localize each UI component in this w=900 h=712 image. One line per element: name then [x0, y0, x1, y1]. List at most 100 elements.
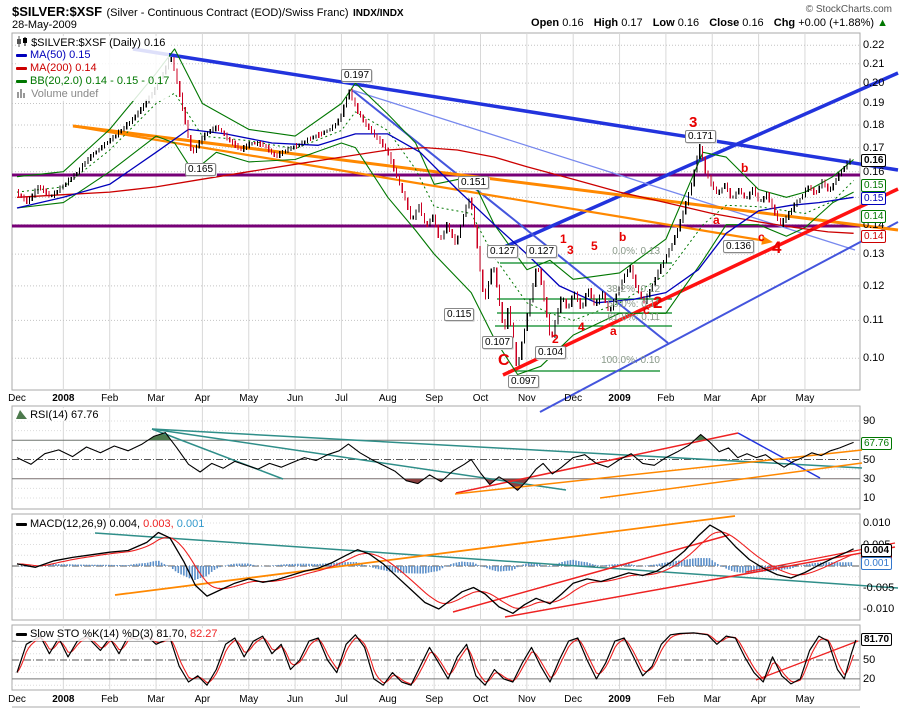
fib-label: 38.2%: 0.12: [606, 284, 660, 295]
legend-ma50-label: MA(50) 0.15: [30, 49, 91, 61]
axis-price-tag: 67.76: [861, 437, 893, 450]
month-label: Mar: [703, 393, 721, 404]
y-tick-label: 50: [863, 654, 876, 666]
rsi-panel: [16, 428, 863, 499]
month-label: Feb: [101, 694, 119, 705]
bb-line-icon: [16, 79, 27, 83]
macd-label-hist: 0.001: [176, 518, 205, 530]
month-label: Apr: [194, 694, 211, 705]
month-label: May: [795, 393, 815, 404]
sto-line-icon: [16, 632, 27, 636]
month-label: Sep: [425, 694, 444, 705]
y-tick-label: 0.20: [863, 77, 885, 89]
month-label: Dec: [564, 694, 583, 705]
fib-label: 100.0%: 0.10: [601, 355, 660, 366]
month-label: Mar: [703, 694, 721, 705]
y-tick-label: 0.10: [863, 352, 885, 364]
legend-bb-row: BB(20,2.0) 0.14 - 0.15 - 0.17: [16, 75, 169, 88]
y-tick-label: 0.22: [863, 39, 885, 51]
candlestick-icon: [16, 36, 28, 49]
high-label: High: [593, 17, 619, 29]
exchange: INDX/INDX: [353, 8, 404, 19]
volume-bars-icon: [16, 88, 28, 100]
macd-legend: MACD(12,26,9) 0.004, 0.003, 0.001: [16, 518, 205, 531]
y-tick-label: 50: [863, 454, 876, 466]
month-label: May: [239, 694, 259, 705]
axis-price-tag: 0.001: [861, 557, 893, 570]
high-value: 0.17: [621, 17, 643, 29]
price-callout: 0.127: [487, 245, 519, 258]
macd-line-icon: [16, 522, 27, 526]
month-label: Apr: [194, 393, 211, 404]
ohlc-strip: Open 0.16 High 0.17 Low 0.16 Close 0.16 …: [524, 17, 888, 29]
legend-symbol-label: $SILVER:$XSF (Daily) 0.16: [31, 37, 166, 49]
price-callout: 0.127: [526, 245, 558, 258]
month-label: Aug: [378, 393, 397, 404]
y-tick-label: 10: [863, 492, 876, 504]
month-label: Sep: [425, 393, 444, 404]
month-label: May: [795, 694, 815, 705]
month-label: Dec: [564, 393, 583, 404]
axis-price-tag: 0.15: [861, 179, 887, 192]
y-tick-label: -0.005: [863, 582, 895, 594]
sto-legend: Slow STO %K(14) %D(3) 81.70, 82.27: [16, 628, 218, 641]
axis-price-tag: 0.14: [861, 210, 887, 223]
month-label: May: [239, 393, 259, 404]
symbol-description: (Silver - Continuous Contract (EOD)/Swis…: [106, 7, 349, 19]
price-callout: 0.115: [444, 308, 475, 321]
price-callout: 0.107: [482, 336, 514, 349]
stockcharts-chart: $SILVER:$XSF (Silver - Continuous Contra…: [0, 0, 900, 712]
y-tick-label: -0.010: [863, 603, 895, 615]
month-label: Feb: [657, 694, 675, 705]
main-legend: $SILVER:$XSF (Daily) 0.16 MA(50) 0.15 MA…: [16, 36, 170, 101]
month-label: Feb: [657, 393, 675, 404]
month-label: 2009: [608, 694, 631, 705]
month-label: Dec: [8, 694, 26, 705]
ma200-line-icon: [16, 66, 27, 70]
copyright: © StockCharts.com: [805, 4, 892, 15]
wave-label: 3: [689, 114, 698, 131]
fib-label: 0.0%: 0.13: [612, 246, 660, 257]
ma50-line-icon: [16, 53, 27, 57]
wave-label: 5: [591, 239, 598, 253]
rsi-label: RSI(14) 67.76: [30, 409, 99, 421]
wave-label: 3: [567, 243, 574, 257]
sto-label-main: Slow STO %K(14) %D(3) 81.70,: [30, 628, 187, 640]
close-label: Close: [709, 17, 740, 29]
month-label: 2009: [608, 393, 631, 404]
chg-up-arrow-icon: ▲: [877, 17, 888, 29]
chg-label: Chg: [773, 17, 796, 29]
month-label: Oct: [472, 694, 489, 705]
wave-label: a: [610, 324, 617, 338]
open-label: Open: [531, 17, 560, 29]
low-label: Low: [652, 17, 675, 29]
low-value: 0.16: [677, 17, 700, 29]
y-tick-label: 20: [863, 673, 876, 685]
price-callout: 0.165: [185, 163, 217, 176]
wave-label: C: [498, 352, 510, 369]
month-label: Mar: [147, 694, 165, 705]
close-value: 0.16: [742, 17, 764, 29]
macd-label-signal: 0.003,: [143, 518, 174, 530]
month-label: Jun: [287, 393, 304, 404]
month-label: Aug: [378, 694, 397, 705]
macd-label-main: MACD(12,26,9) 0.004,: [30, 518, 141, 530]
y-tick-label: 0.12: [863, 280, 885, 292]
month-label: 2008: [52, 393, 75, 404]
wave-label: 2: [552, 332, 559, 346]
chart-date: 28-May-2009: [12, 19, 77, 31]
legend-volume-row: Volume undef: [16, 88, 169, 101]
month-label: Dec: [8, 393, 26, 404]
month-label: Nov: [517, 393, 536, 404]
wave-label: 2: [653, 293, 663, 312]
price-callout: 0.136: [723, 240, 755, 253]
legend-ma200-label: MA(200) 0.14: [30, 62, 97, 74]
month-label: Apr: [750, 393, 767, 404]
month-label: Jul: [335, 393, 348, 404]
wave-label: c: [758, 230, 765, 244]
month-label: Jun: [287, 694, 304, 705]
legend-bb-label: BB(20,2.0) 0.14 - 0.15 - 0.17: [30, 75, 170, 87]
month-label: Apr: [750, 694, 767, 705]
legend-volume-label: Volume undef: [31, 88, 99, 100]
wave-label: b: [619, 230, 627, 244]
